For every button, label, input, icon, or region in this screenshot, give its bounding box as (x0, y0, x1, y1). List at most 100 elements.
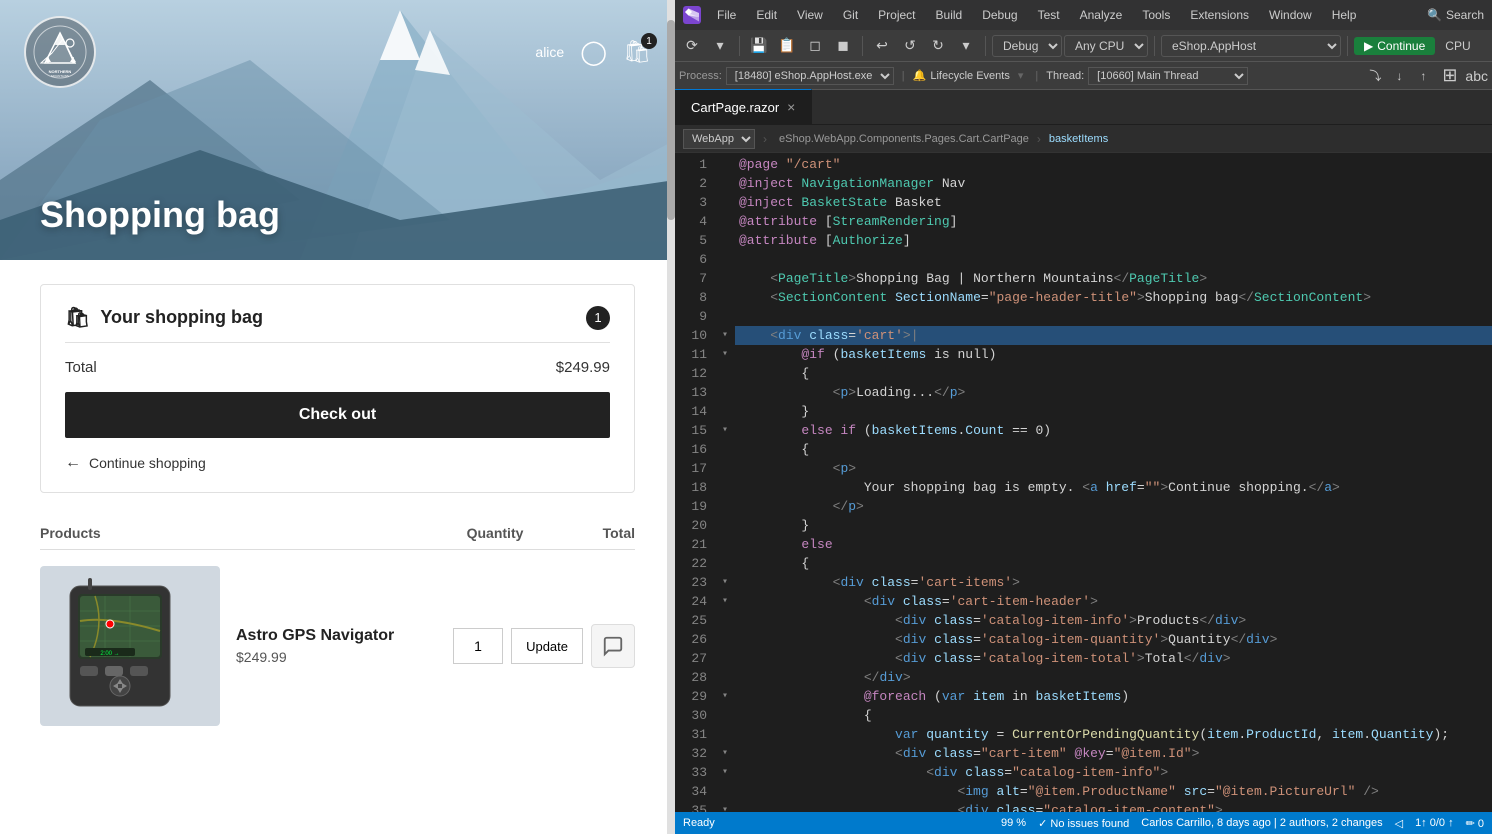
menu-analyze[interactable]: Analyze (1072, 6, 1131, 24)
menu-window[interactable]: Window (1261, 6, 1320, 24)
menu-debug[interactable]: Debug (974, 6, 1025, 24)
code-line-12: { (735, 364, 1492, 383)
step-out-btn[interactable]: ↑ (1412, 65, 1434, 87)
cart-box: 🛍 Your shopping bag 1 Total $249.99 Chec… (40, 284, 635, 493)
gps-device-svg: 2:00 → (50, 576, 210, 716)
toolbar-redo3[interactable]: ▾ (953, 33, 979, 59)
vs-location-bar: WebApp › eShop.WebApp.Components.Pages.C… (675, 125, 1492, 153)
code-line-5: @attribute [Authorize] (735, 231, 1492, 250)
app-host-dropdown[interactable]: eShop.AppHost (1161, 35, 1341, 57)
shopping-bag-icon: 🛍 (65, 305, 90, 330)
toolbar-btn-1[interactable]: ⟳ (679, 33, 705, 59)
menu-edit[interactable]: Edit (748, 6, 785, 24)
menu-project[interactable]: Project (870, 6, 923, 24)
toolbar-btn-2[interactable]: ▾ (707, 33, 733, 59)
menu-file[interactable]: File (709, 6, 744, 24)
user-profile-icon[interactable]: ◯ (580, 38, 607, 67)
cpu-dropdown[interactable]: Any CPU (1064, 35, 1148, 57)
toolbar-redo2[interactable]: ↻ (925, 33, 951, 59)
code-line-34: <img alt="@item.ProductName" src="@item.… (735, 782, 1492, 801)
no-issues-text: No issues found (1050, 818, 1129, 830)
product-image: 2:00 → (40, 566, 220, 726)
code-line-27: <div class='catalog-item-total'>Total</d… (735, 649, 1492, 668)
toolbar-redo[interactable]: ↺ (897, 33, 923, 59)
sep1 (739, 36, 740, 56)
page-scrollbar[interactable] (667, 0, 675, 834)
toolbar-btn-4[interactable]: ◻ (802, 33, 828, 59)
code-line-23: <div class='cart-items'> (735, 573, 1492, 592)
menu-extensions[interactable]: Extensions (1182, 6, 1257, 24)
product-info: Astro GPS Navigator $249.99 (236, 627, 437, 665)
continue-debug-button[interactable]: ▶ Continue (1354, 37, 1435, 55)
code-line-1: @page "/cart" (735, 155, 1492, 174)
vs-tab-bar: CartPage.razor × (675, 90, 1492, 125)
menu-tools[interactable]: Tools (1134, 6, 1178, 24)
sep4 (1154, 36, 1155, 56)
gutter: ▾ ▾ ▾ ▾ ▾ ▾ ▾ ▾ ▾ (715, 153, 735, 812)
abc-icon[interactable]: abc (1465, 68, 1488, 84)
total-value: $249.99 (556, 359, 610, 376)
thread-dropdown[interactable]: [10660] Main Thread (1088, 67, 1248, 85)
code-line-29: @foreach (var item in basketItems) (735, 687, 1492, 706)
debug-extra-icon[interactable]: ⊞ (1442, 65, 1457, 86)
hero-section: NORTHERN MOUNTAINS alice ◯ 🛍 1 Shopping … (0, 0, 675, 260)
code-line-2: @inject NavigationManager Nav (735, 174, 1492, 193)
code-line-16: { (735, 440, 1492, 459)
tab-close-btn[interactable]: × (787, 99, 795, 115)
vs-editor: 12345 678910 1112131415 1617181920 21222… (675, 153, 1492, 812)
cart-total-row: Total $249.99 (65, 359, 610, 376)
menu-test[interactable]: Test (1030, 6, 1068, 24)
vscode-panel: File Edit View Git Project Build Debug T… (675, 0, 1492, 834)
code-line-6 (735, 250, 1492, 269)
svg-text:MOUNTAINS: MOUNTAINS (51, 74, 69, 78)
code-line-19: </p> (735, 497, 1492, 516)
tab-cartpage[interactable]: CartPage.razor × (675, 89, 812, 124)
code-line-8: <SectionContent SectionName="page-header… (735, 288, 1492, 307)
menu-help[interactable]: Help (1324, 6, 1365, 24)
sep2 (862, 36, 863, 56)
quantity-controls: Update (453, 624, 635, 668)
process-dropdown[interactable]: [18480] eShop.AppHost.exe (726, 67, 894, 85)
menu-git[interactable]: Git (835, 6, 866, 24)
cart-title-text: Your shopping bag (100, 307, 263, 328)
vs-statusbar: Ready 99 % ✓ No issues found Carlos Carr… (675, 812, 1492, 834)
svg-text:2:00 →: 2:00 → (100, 651, 119, 657)
code-line-3: @inject BasketState Basket (735, 193, 1492, 212)
sep5 (1347, 36, 1348, 56)
code-line-25: <div class='catalog-item-info'>Products<… (735, 611, 1492, 630)
vs-toolbar-2: Process: [18480] eShop.AppHost.exe | 🔔 L… (675, 62, 1492, 90)
vscode-titlebar: File Edit View Git Project Build Debug T… (675, 0, 1492, 30)
toolbar-btn-3[interactable]: 📋 (774, 33, 800, 59)
checkout-button[interactable]: Check out (65, 392, 610, 438)
toolbar-btn-5[interactable]: ◼ (830, 33, 856, 59)
code-line-13: <p>Loading...</p> (735, 383, 1492, 402)
git-author-info: Carlos Carrillo, 8 days ago | 2 authors,… (1141, 817, 1382, 829)
quantity-input[interactable] (453, 628, 503, 664)
toolbar-undo[interactable]: ↩ (869, 33, 895, 59)
scroll-thumb[interactable] (667, 20, 675, 220)
back-arrow-icon: ← (65, 454, 81, 472)
comment-button[interactable] (591, 624, 635, 668)
line-numbers: 12345 678910 1112131415 1617181920 21222… (675, 153, 715, 812)
toolbar-save[interactable]: 💾 (746, 33, 772, 59)
continue-shopping-link[interactable]: ← Continue shopping (65, 454, 610, 472)
debug-config-dropdown[interactable]: Debug (992, 35, 1062, 57)
thread-label: Thread: (1046, 70, 1084, 82)
code-line-15: else if (basketItems.Count == 0) (735, 421, 1492, 440)
search-bar[interactable]: 🔍 Search (1427, 8, 1484, 22)
menu-view[interactable]: View (789, 6, 831, 24)
project-dropdown[interactable]: WebApp (683, 129, 755, 149)
step-over-btn[interactable]: ⤵ (1364, 65, 1386, 87)
code-area[interactable]: @page "/cart" @inject NavigationManager … (735, 153, 1492, 812)
code-line-28: </div> (735, 668, 1492, 687)
lifecycle-text[interactable]: Lifecycle Events (930, 70, 1009, 82)
menu-build[interactable]: Build (928, 6, 971, 24)
hero-title: Shopping bag (40, 194, 280, 236)
ready-label: Ready (683, 817, 715, 829)
member-path: basketItems (1049, 133, 1108, 145)
shopping-cart-nav-icon[interactable]: 🛍 1 (623, 39, 651, 65)
vscode-logo (683, 6, 701, 24)
step-into-btn[interactable]: ↓ (1388, 65, 1410, 87)
update-button[interactable]: Update (511, 628, 583, 664)
col-header-products: Products (40, 525, 435, 541)
